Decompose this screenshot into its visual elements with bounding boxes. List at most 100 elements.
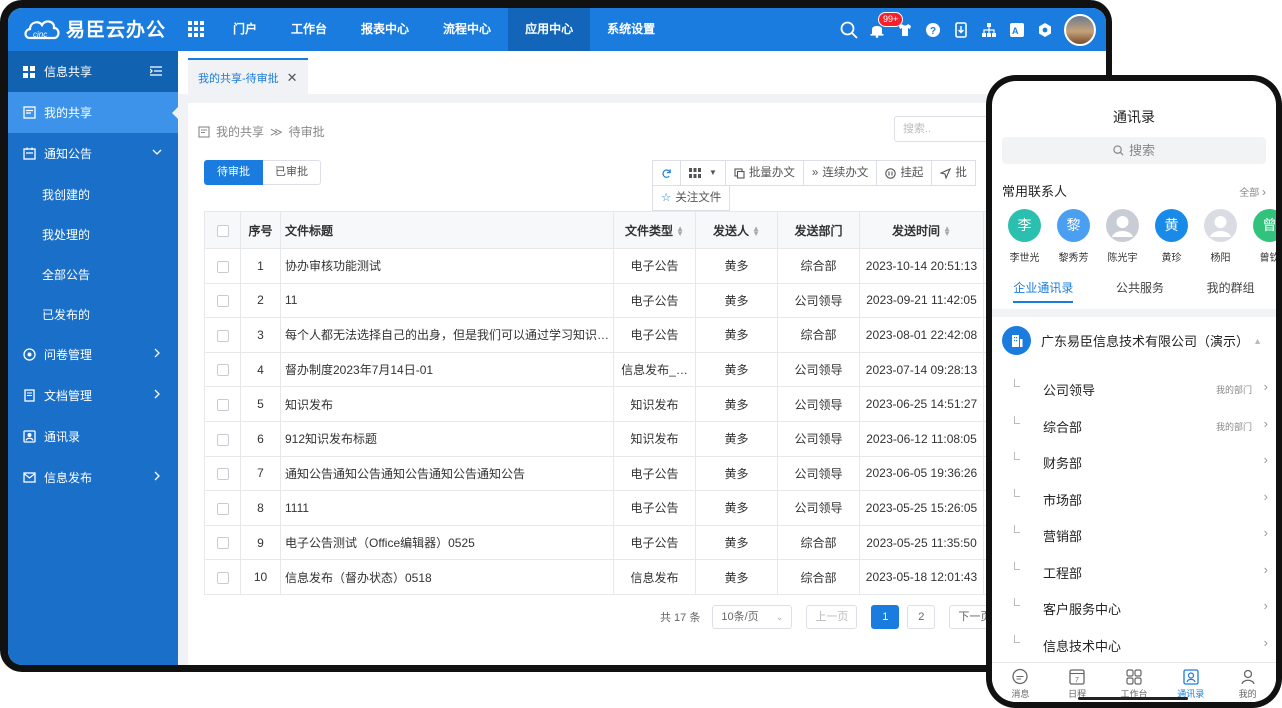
cell-title[interactable]: 信息发布（督办状态）0518 bbox=[279, 559, 615, 595]
cell-title[interactable]: 11 bbox=[279, 282, 615, 319]
collapse-menu-icon[interactable] bbox=[149, 65, 162, 79]
page-1-button[interactable]: 1 bbox=[871, 605, 900, 629]
shirt-icon[interactable] bbox=[896, 21, 914, 39]
row-select-cell[interactable] bbox=[204, 351, 241, 388]
gear-icon[interactable] bbox=[1036, 21, 1054, 39]
contact-item[interactable]: 陈光宇 bbox=[1106, 209, 1139, 264]
cell-title[interactable]: 通知公告通知公告通知公告通知公告通知公告 bbox=[279, 455, 615, 492]
table-row[interactable]: 5 知识发布 知识发布 黄多 公司领导 2023-06-25 14:51:27 bbox=[204, 386, 1025, 422]
tab-public-services[interactable]: 公共服务 bbox=[1116, 279, 1164, 307]
apps-grid-icon[interactable] bbox=[188, 21, 204, 37]
nav-workbench[interactable]: 工作台 bbox=[274, 8, 344, 51]
page-size-select[interactable]: 10条/页 ⌄ bbox=[712, 605, 793, 629]
cell-title[interactable]: 每个人都无法选择自己的出身，但是我们可以通过学习知识… bbox=[279, 317, 615, 353]
table-row[interactable]: 2 11 电子公告 黄多 公司领导 2023-09-21 11:42:05 bbox=[204, 282, 1025, 319]
sidebar-subitem-all-notices[interactable]: 全部公告 bbox=[8, 254, 178, 294]
sort-icon[interactable]: ▲ ▼ bbox=[943, 225, 951, 238]
sidebar-subitem-published[interactable]: 已发布的 bbox=[8, 294, 178, 334]
app-logo[interactable]: cinc 易臣云办公 bbox=[22, 15, 166, 42]
sidebar-subitem-created[interactable]: 我创建的 bbox=[8, 174, 178, 214]
sidebar-item-survey[interactable]: 问卷管理 bbox=[8, 334, 178, 375]
contact-item[interactable]: 曾曾钦 bbox=[1253, 209, 1276, 264]
col-header-time[interactable]: 发送时间 ▲ ▼ bbox=[859, 211, 985, 249]
nav-settings[interactable]: 系统设置 bbox=[590, 8, 672, 51]
organization-row[interactable]: 广东易臣信息技术有限公司（演示） bbox=[1002, 326, 1249, 355]
tab-pending[interactable]: 待审批 bbox=[204, 160, 263, 185]
table-row[interactable]: 1 协办审核功能测试 电子公告 黄多 综合部 2023-10-14 20:51:13 bbox=[204, 248, 1025, 284]
tab-my-share-pending[interactable]: 我的共享-待审批 ✕ bbox=[188, 58, 308, 94]
help-icon[interactable]: ? bbox=[924, 21, 942, 39]
checkbox[interactable] bbox=[216, 537, 229, 550]
department-item[interactable]: 客户服务中心 › bbox=[992, 590, 1276, 626]
sidebar-item-documents[interactable]: 文档管理 bbox=[8, 375, 178, 416]
cell-title[interactable]: 912知识发布标题 bbox=[279, 420, 615, 457]
bottom-tab-me[interactable]: 我的 bbox=[1223, 663, 1273, 702]
table-row[interactable]: 7 通知公告通知公告通知公告通知公告通知公告 电子公告 黄多 公司领导 2023-06-0… bbox=[204, 455, 1025, 492]
sort-icon[interactable]: ▲ ▼ bbox=[676, 225, 684, 238]
row-select-cell[interactable] bbox=[204, 282, 241, 319]
hold-button[interactable]: 挂起 bbox=[876, 160, 933, 186]
cell-title[interactable]: 督办制度2023年7月14日-01 bbox=[279, 351, 615, 388]
col-header-type[interactable]: 文件类型 ▲ ▼ bbox=[613, 211, 697, 249]
contact-item[interactable]: 黄黄珍 bbox=[1155, 209, 1188, 264]
nav-portal[interactable]: 门户 bbox=[216, 8, 274, 51]
department-item[interactable]: 财务部 › bbox=[992, 444, 1276, 480]
bell-icon[interactable]: 99+ bbox=[868, 11, 904, 39]
checkbox[interactable] bbox=[216, 364, 229, 377]
close-icon[interactable]: ✕ bbox=[287, 70, 298, 85]
sort-icon[interactable]: ▲ ▼ bbox=[752, 225, 760, 238]
bottom-tab-messages[interactable]: 消息 bbox=[995, 663, 1045, 702]
row-select-cell[interactable] bbox=[204, 524, 241, 561]
row-select-cell[interactable] bbox=[204, 559, 241, 595]
table-row[interactable]: 3 每个人都无法选择自己的出身，但是我们可以通过学习知识… 电子公告 黄多 综合部 202… bbox=[204, 317, 1025, 353]
table-row[interactable]: 10 信息发布（督办状态）0518 信息发布 黄多 综合部 2023-05-18 12:0… bbox=[204, 559, 1025, 595]
nav-apps[interactable]: 应用中心 bbox=[508, 8, 591, 51]
cell-title[interactable]: 知识发布 bbox=[279, 386, 615, 422]
department-item[interactable]: 综合部 我的部门 › bbox=[992, 408, 1276, 444]
select-all-cell[interactable] bbox=[204, 211, 241, 249]
nav-reports[interactable]: 报表中心 bbox=[344, 8, 426, 51]
view-all-link[interactable]: 全部 › bbox=[1239, 184, 1266, 199]
sidebar-item-publish[interactable]: 信息发布 bbox=[8, 457, 178, 498]
phone-search-input[interactable]: 搜索 bbox=[1002, 137, 1266, 164]
nav-process[interactable]: 流程中心 bbox=[426, 8, 508, 51]
batch-handle-button[interactable]: 批量办文 bbox=[724, 160, 804, 186]
checkbox[interactable] bbox=[216, 295, 229, 308]
mobile-download-icon[interactable] bbox=[952, 21, 970, 39]
sidebar-item-notice[interactable]: 通知公告 bbox=[8, 133, 178, 174]
checkbox[interactable] bbox=[216, 468, 229, 481]
checkbox[interactable] bbox=[216, 260, 229, 273]
checkbox[interactable] bbox=[216, 329, 229, 342]
translate-icon[interactable]: A bbox=[1008, 21, 1026, 39]
cell-title[interactable]: 电子公告测试（Office编辑器）0525 bbox=[279, 524, 615, 561]
checkbox[interactable] bbox=[216, 399, 229, 411]
department-item[interactable]: 信息技术中心 › bbox=[992, 627, 1276, 663]
row-select-cell[interactable] bbox=[204, 317, 241, 353]
department-item[interactable]: 工程部 › bbox=[992, 554, 1276, 590]
sidebar-subitem-handled[interactable]: 我处理的 bbox=[8, 214, 178, 254]
table-row[interactable]: 8 1111 电子公告 黄多 公司领导 2023-05-25 15:26:05 bbox=[204, 490, 1025, 526]
table-row[interactable]: 6 912知识发布标题 知识发布 黄多 公司领导 2023-06-12 11:08:05 bbox=[204, 420, 1025, 457]
refresh-button[interactable] bbox=[652, 160, 681, 186]
page-2-button[interactable]: 2 bbox=[907, 605, 936, 629]
table-row[interactable]: 4 督办制度2023年7月14日-01 信息发布_… 黄多 公司领导 2023-07-14… bbox=[204, 351, 1025, 388]
department-item[interactable]: 营销部 › bbox=[992, 517, 1276, 553]
collapse-up-icon[interactable]: ▲ bbox=[1253, 336, 1262, 346]
checkbox[interactable] bbox=[216, 571, 229, 584]
tab-my-groups[interactable]: 我的群组 bbox=[1207, 279, 1255, 307]
follow-file-button[interactable]: ☆ 关注文件 bbox=[652, 185, 731, 211]
search-icon[interactable] bbox=[840, 21, 858, 39]
row-select-cell[interactable] bbox=[204, 490, 241, 526]
department-item[interactable]: 市场部 › bbox=[992, 481, 1276, 517]
continuous-handle-button[interactable]: » 连续办文 bbox=[802, 160, 878, 186]
contact-item[interactable]: 李李世光 bbox=[1008, 209, 1041, 264]
user-avatar[interactable] bbox=[1064, 13, 1096, 46]
checkbox[interactable] bbox=[216, 433, 229, 446]
sidebar-item-my-share[interactable]: 我的共享 bbox=[8, 92, 179, 133]
approve-button[interactable]: 批 bbox=[931, 160, 976, 186]
row-select-cell[interactable] bbox=[204, 386, 241, 422]
col-header-sender[interactable]: 发送人 ▲ ▼ bbox=[695, 211, 779, 249]
cell-title[interactable]: 协办审核功能测试 bbox=[279, 248, 615, 284]
column-settings-button[interactable]: ▼ bbox=[680, 160, 726, 186]
tab-enterprise-directory[interactable]: 企业通讯录 bbox=[1013, 279, 1074, 303]
